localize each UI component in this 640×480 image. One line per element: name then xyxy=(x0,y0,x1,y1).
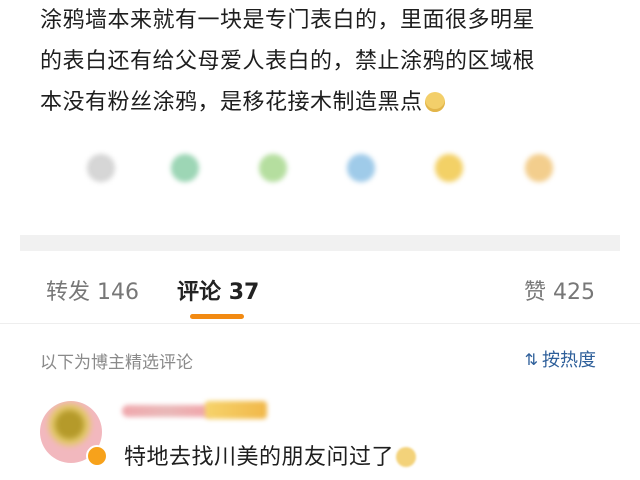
tab-like-label: 赞 xyxy=(524,280,547,305)
comment-text-content: 特地去找川美的朋友问过了 xyxy=(124,445,395,470)
sort-label: 按热度 xyxy=(542,350,596,371)
comment-text: 特地去找川美的朋友问过了 xyxy=(124,439,417,471)
share-icon-5[interactable] xyxy=(432,151,466,185)
tab-comment-label: 评论 xyxy=(177,280,222,305)
username-redacted[interactable] xyxy=(122,405,212,417)
post-line-3-text: 本没有粉丝涂鸦，是移花接木制造黑点 xyxy=(40,90,423,115)
comments-header: 以下为博主精选评论 ⇅ 按热度 xyxy=(0,344,640,374)
tab-like[interactable]: 赞 425 xyxy=(524,274,595,306)
comment-item: 特地去找川美的朋友问过了 xyxy=(0,395,640,480)
tab-comment[interactable]: 评论 37 xyxy=(177,274,259,306)
smile-emoji-icon xyxy=(396,447,417,467)
tab-repost[interactable]: 转发 146 xyxy=(46,274,139,306)
share-icon-4[interactable] xyxy=(344,151,378,185)
active-tab-indicator xyxy=(190,314,244,319)
share-icon-6[interactable] xyxy=(522,151,556,185)
tab-repost-count: 146 xyxy=(97,280,140,305)
post-line-1: 涂鸦墙本来就有一块是专门表白的，里面很多明星 xyxy=(40,8,536,33)
share-icon-2[interactable] xyxy=(168,151,202,185)
share-icon-3[interactable] xyxy=(256,151,290,185)
sort-icon: ⇅ xyxy=(524,349,538,369)
tab-repost-label: 转发 xyxy=(46,280,91,305)
share-row xyxy=(0,145,640,193)
section-separator xyxy=(20,235,620,251)
user-badge-redacted xyxy=(205,401,267,419)
post-text: 涂鸦墙本来就有一块是专门表白的，里面很多明星 的表白还有给父母爱人表白的，禁止涂… xyxy=(40,0,630,123)
smirk-emoji-icon xyxy=(424,92,445,112)
comments-header-label: 以下为博主精选评论 xyxy=(40,353,193,373)
share-icon-1[interactable] xyxy=(84,151,118,185)
tab-comment-count: 37 xyxy=(228,280,260,305)
verified-badge-icon xyxy=(86,445,108,467)
tab-like-count: 425 xyxy=(553,280,596,305)
post-line-3: 本没有粉丝涂鸦，是移花接木制造黑点 xyxy=(40,82,630,123)
divider xyxy=(0,323,640,324)
post-line-2: 的表白还有给父母爱人表白的，禁止涂鸦的区域根 xyxy=(40,49,536,74)
tabs-row: 转发 146 评论 37 赞 425 xyxy=(0,270,640,314)
sort-button[interactable]: ⇅ 按热度 xyxy=(525,346,596,372)
